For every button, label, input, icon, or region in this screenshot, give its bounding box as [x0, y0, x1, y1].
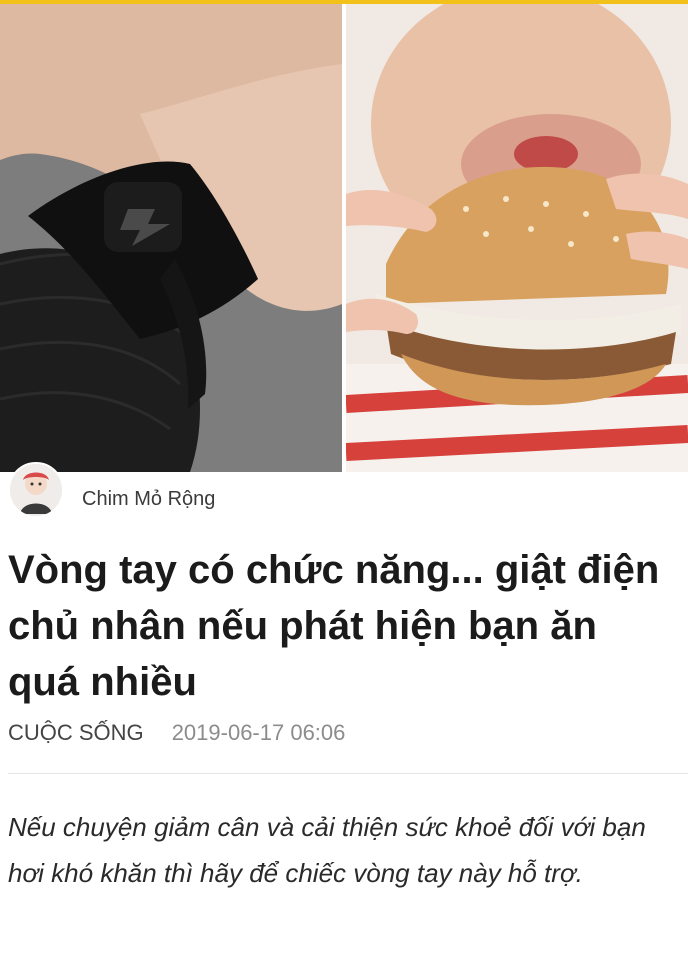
publish-date: 2019-06-17 06:06	[171, 720, 346, 745]
article-meta: CUỘC SỐNG 2019-06-17 06:06	[8, 720, 345, 746]
bracelet-photo-illustration	[0, 4, 342, 472]
avatar[interactable]	[8, 462, 64, 518]
category-label[interactable]: CUỘC SỐNG	[8, 720, 144, 746]
bracelet-photo	[0, 4, 342, 472]
article-title: Vòng tay có chức năng... giật điện chủ n…	[8, 548, 660, 704]
article-lead: Nếu chuyện giảm cân và cải thiện sức kho…	[8, 812, 646, 888]
divider	[8, 773, 688, 774]
burger-photo	[346, 4, 688, 472]
author-row[interactable]: Chim Mỏ Rộng	[8, 462, 215, 518]
burger-photo-illustration	[346, 4, 688, 472]
article-hero-images	[0, 4, 688, 472]
avatar-illustration	[10, 464, 62, 516]
author-name[interactable]: Chim Mỏ Rộng	[82, 488, 215, 511]
